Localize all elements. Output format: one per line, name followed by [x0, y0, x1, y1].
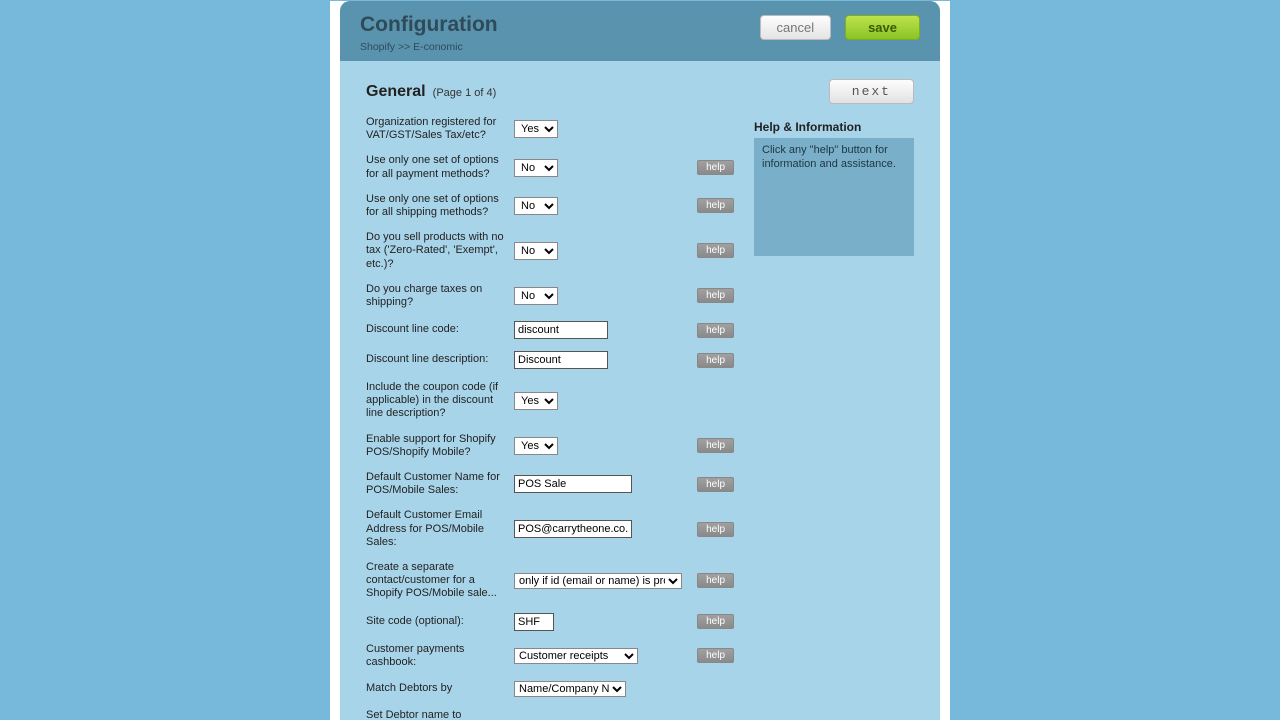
cancel-button[interactable]: cancel — [760, 15, 832, 40]
row-pos-enable: Enable support for Shopify POS/Shopify M… — [366, 433, 734, 459]
label-zero-rated: Do you sell products with no tax ('Zero-… — [366, 231, 514, 271]
help-panel-body: Click any "help" button for information … — [754, 138, 914, 256]
help-button-pos-contact[interactable]: help — [697, 573, 734, 588]
row-pos-contact: Create a separate contact/customer for a… — [366, 561, 734, 601]
row-discount-code: Discount line code: help — [366, 321, 734, 339]
input-discount-code[interactable] — [514, 321, 608, 339]
panel-header: Configuration Shopify >> E-conomic cance… — [340, 1, 940, 61]
help-button-zero-rated[interactable]: help — [697, 243, 734, 258]
save-button[interactable]: save — [845, 15, 920, 40]
header-actions: cancel save — [760, 13, 921, 40]
select-pos-enable[interactable]: Yes — [514, 437, 558, 455]
label-cashbook: Customer payments cashbook: — [366, 643, 514, 669]
label-set-debtor-company: Set Debtor name to company name (if prov… — [366, 709, 514, 720]
help-button-site-code[interactable]: help — [697, 614, 734, 629]
body-columns: Organization registered for VAT/GST/Sale… — [366, 116, 914, 720]
select-include-coupon[interactable]: Yes — [514, 392, 558, 410]
page-title: Configuration — [360, 13, 498, 37]
page-frame: Configuration Shopify >> E-conomic cance… — [330, 1, 950, 720]
input-pos-name[interactable] — [514, 475, 632, 493]
row-tax-shipping: Do you charge taxes on shipping? No help — [366, 283, 734, 309]
row-match-debtors: Match Debtors by Name/Company Name — [366, 681, 734, 697]
form-column: Organization registered for VAT/GST/Sale… — [366, 116, 734, 720]
select-one-set-shipping[interactable]: No — [514, 197, 558, 215]
section-title-wrap: General (Page 1 of 4) — [366, 83, 496, 101]
help-button-tax-shipping[interactable]: help — [697, 288, 734, 303]
row-zero-rated: Do you sell products with no tax ('Zero-… — [366, 231, 734, 271]
label-include-coupon: Include the coupon code (if applicable) … — [366, 381, 514, 421]
help-button-one-set-shipping[interactable]: help — [697, 198, 734, 213]
help-button-pos-enable[interactable]: help — [697, 438, 734, 453]
panel-content: General (Page 1 of 4) next Organization … — [340, 61, 940, 720]
label-pos-name: Default Customer Name for POS/Mobile Sal… — [366, 471, 514, 497]
label-pos-enable: Enable support for Shopify POS/Shopify M… — [366, 433, 514, 459]
row-cashbook: Customer payments cashbook: Customer rec… — [366, 643, 734, 669]
row-site-code: Site code (optional): help — [366, 613, 734, 631]
help-button-cashbook[interactable]: help — [697, 648, 734, 663]
select-pos-contact[interactable]: only if id (email or name) is provided — [514, 573, 682, 589]
select-cashbook[interactable]: Customer receipts — [514, 648, 638, 664]
help-button-pos-name[interactable]: help — [697, 477, 734, 492]
label-one-set-shipping: Use only one set of options for all ship… — [366, 193, 514, 219]
section-header: General (Page 1 of 4) next — [366, 79, 914, 104]
label-discount-desc: Discount line description: — [366, 353, 514, 366]
row-one-set-payment: Use only one set of options for all paym… — [366, 154, 734, 180]
label-pos-email: Default Customer Email Address for POS/M… — [366, 509, 514, 549]
row-include-coupon: Include the coupon code (if applicable) … — [366, 381, 734, 421]
page-indicator: (Page 1 of 4) — [433, 87, 497, 99]
select-tax-shipping[interactable]: No — [514, 287, 558, 305]
section-title: General — [366, 83, 426, 100]
input-site-code[interactable] — [514, 613, 554, 631]
label-one-set-payment: Use only one set of options for all paym… — [366, 154, 514, 180]
label-pos-contact: Create a separate contact/customer for a… — [366, 561, 514, 601]
breadcrumb: Shopify >> E-conomic — [360, 41, 498, 53]
help-panel-title: Help & Information — [754, 120, 914, 134]
help-button-one-set-payment[interactable]: help — [697, 160, 734, 175]
select-match-debtors[interactable]: Name/Company Name — [514, 681, 626, 697]
row-one-set-shipping: Use only one set of options for all ship… — [366, 193, 734, 219]
help-button-discount-code[interactable]: help — [697, 323, 734, 338]
row-pos-name: Default Customer Name for POS/Mobile Sal… — [366, 471, 734, 497]
input-discount-desc[interactable] — [514, 351, 608, 369]
label-tax-shipping: Do you charge taxes on shipping? — [366, 283, 514, 309]
header-left: Configuration Shopify >> E-conomic — [360, 13, 498, 53]
page-background: Configuration Shopify >> E-conomic cance… — [0, 0, 1280, 720]
help-column: Help & Information Click any "help" butt… — [754, 120, 914, 720]
row-set-debtor-company: Set Debtor name to company name (if prov… — [366, 709, 734, 720]
label-site-code: Site code (optional): — [366, 615, 514, 628]
label-vat-registered: Organization registered for VAT/GST/Sale… — [366, 116, 514, 142]
row-discount-desc: Discount line description: help — [366, 351, 734, 369]
row-vat-registered: Organization registered for VAT/GST/Sale… — [366, 116, 734, 142]
label-discount-code: Discount line code: — [366, 323, 514, 336]
next-button[interactable]: next — [829, 79, 914, 104]
label-match-debtors: Match Debtors by — [366, 682, 514, 695]
config-panel: Configuration Shopify >> E-conomic cance… — [340, 1, 940, 720]
help-button-pos-email[interactable]: help — [697, 522, 734, 537]
row-pos-email: Default Customer Email Address for POS/M… — [366, 509, 734, 549]
help-button-discount-desc[interactable]: help — [697, 353, 734, 368]
select-vat-registered[interactable]: Yes — [514, 120, 558, 138]
input-pos-email[interactable] — [514, 520, 632, 538]
select-zero-rated[interactable]: No — [514, 242, 558, 260]
select-one-set-payment[interactable]: No — [514, 159, 558, 177]
